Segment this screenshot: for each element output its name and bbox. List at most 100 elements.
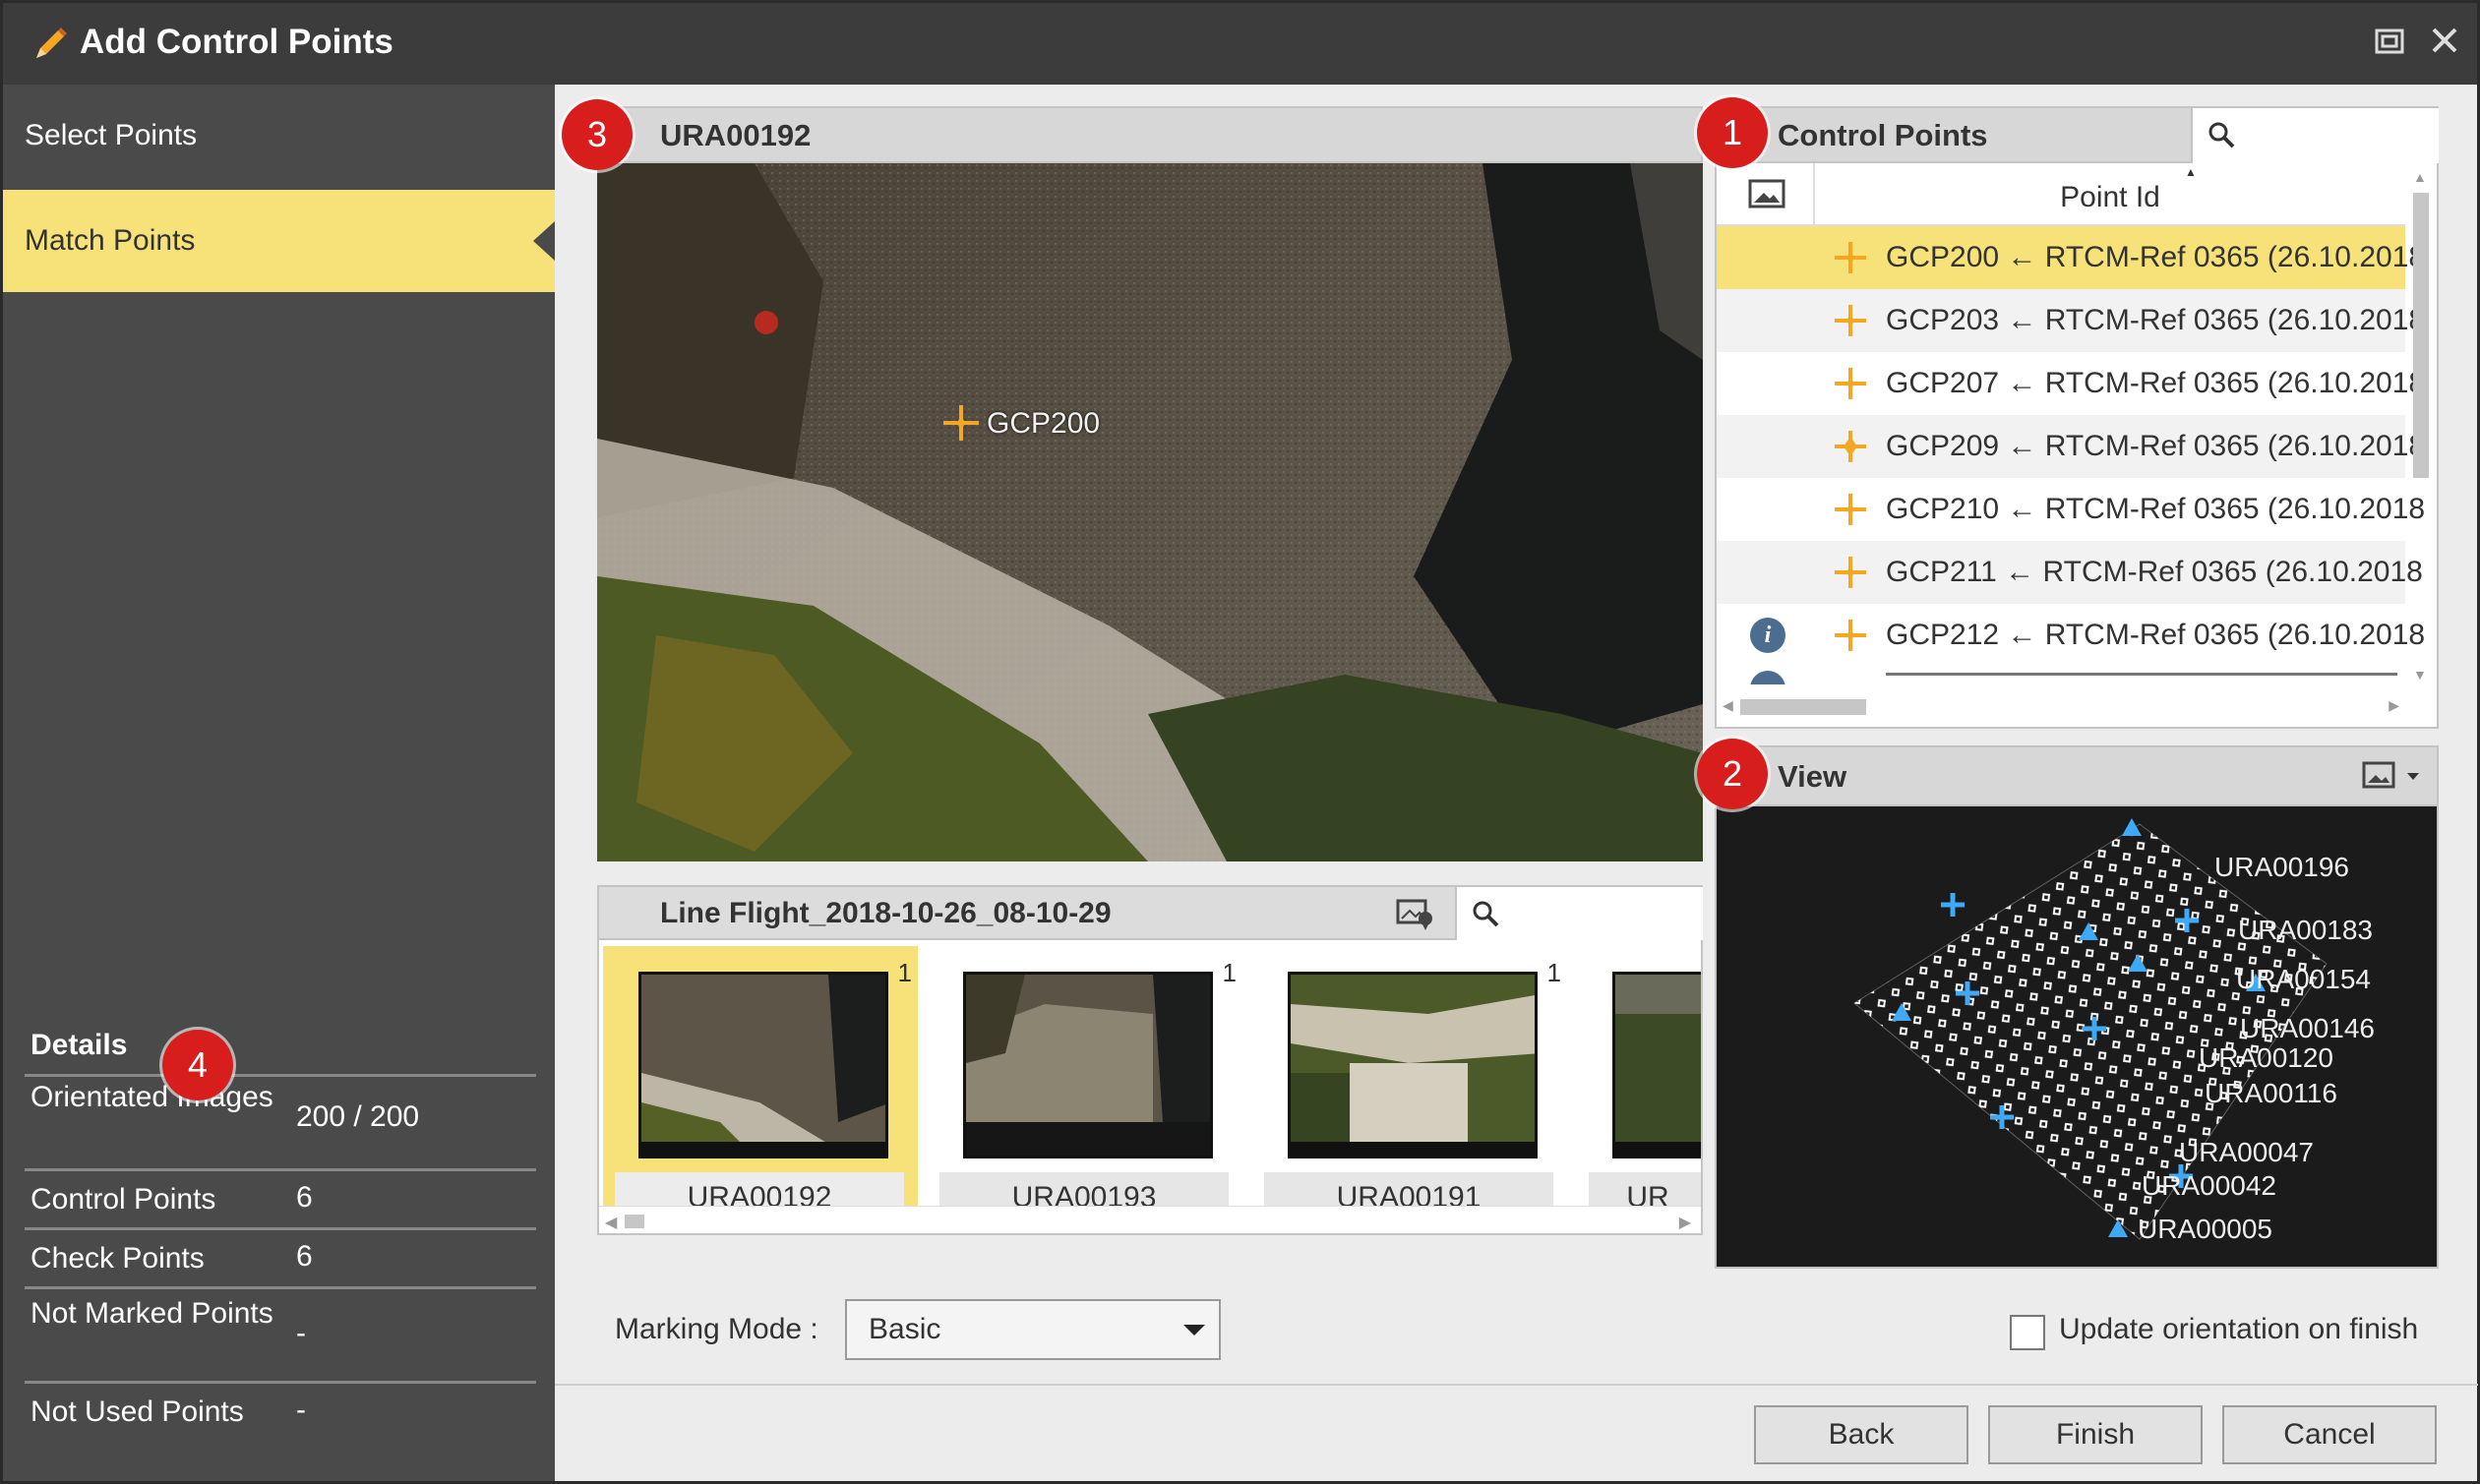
overview-map[interactable]: URA00196 URA00183 URA00154 URA00146 URA0… [1715, 806, 2439, 1269]
details-row: Not Used Points - [25, 1381, 536, 1440]
footer-divider [555, 1384, 2478, 1386]
active-step-notch [533, 221, 555, 261]
view-header: View [1715, 745, 2439, 806]
control-point-label: GCP207 ← RTCM-Ref 0365 (26.10.2018 [1886, 367, 2426, 399]
scroll-thumb[interactable] [1740, 699, 1866, 715]
map-label: URA00042 [2142, 1170, 2276, 1201]
step-label: Match Points [25, 224, 196, 257]
thumbnail-image [1288, 972, 1538, 1158]
details-key: Check Points [30, 1242, 205, 1275]
control-points-header: Control Points [1715, 106, 2439, 163]
map-label: URA00120 [2199, 1042, 2333, 1073]
view-options-dropdown[interactable] [2362, 761, 2431, 796]
image-header: URA00192 [597, 106, 1703, 163]
details-key: Not Marked Points [30, 1297, 273, 1330]
main-aerial-image[interactable]: GCP200 [597, 163, 1703, 861]
details-row: Orientated Images 200 / 200 [25, 1074, 536, 1168]
thumbnail-count: 1 [1546, 958, 1561, 987]
control-points-search-input[interactable] [2191, 108, 2439, 163]
gcp-marker-icon [1835, 368, 1866, 399]
scroll-left-icon[interactable]: ◀ [1723, 697, 1733, 714]
marking-mode-select[interactable]: Basic [845, 1299, 1221, 1360]
chevron-down-icon [1183, 1325, 1205, 1336]
scroll-down-icon[interactable]: ▼ [2413, 667, 2427, 683]
callout-badge-4: 4 [162, 1030, 233, 1100]
gcp-marker-icon [1835, 557, 1866, 588]
close-icon[interactable] [2425, 25, 2464, 64]
image-pin-icon[interactable] [1396, 897, 1435, 932]
thumbnail-ura00192[interactable]: 1 URA00192 [603, 946, 918, 1233]
control-point-label: GCP211 ← RTCM-Ref 0365 (26.10.2018 [1886, 556, 2423, 588]
control-points-vertical-scrollbar[interactable]: ▲ ▼ [2407, 169, 2433, 690]
flight-strip-search-input[interactable] [1455, 887, 1703, 940]
thumbnail-strip: 1 URA00192 1 URA00193 1 URA00191 UR ◀ ▶ [597, 940, 1703, 1235]
thumbnail-ura00191[interactable]: 1 URA00191 [1252, 946, 1567, 1233]
thumbnail-image [1612, 972, 1701, 1158]
update-orientation-label[interactable]: Update orientation on finish [2059, 1313, 2418, 1346]
wizard-sidebar: Select Points Match Points Details Orien… [3, 85, 555, 1481]
gcp-marker-icon [1835, 494, 1866, 525]
scroll-thumb[interactable] [625, 1215, 644, 1228]
details-title: Details [30, 1029, 128, 1061]
control-point-row[interactable]: GCP210 ← RTCM-Ref 0365 (26.10.2018 [1717, 478, 2425, 541]
control-point-label: GCP212 ← RTCM-Ref 0365 (26.10.2018 [1886, 619, 2426, 651]
details-table: Orientated Images 200 / 200 Control Poin… [25, 1074, 536, 1440]
control-point-row[interactable]: i GCP212 ← RTCM-Ref 0365 (26.10.2018 [1717, 604, 2425, 667]
gcp-marker-icon [1835, 305, 1866, 336]
details-key: Control Points [30, 1183, 216, 1216]
restore-window-icon[interactable] [2370, 25, 2409, 64]
view-title: View [1778, 759, 1847, 794]
flight-strip-header: Line Flight_2018-10-26_08-10-29 [597, 885, 1703, 940]
control-point-row[interactable]: GCP200 ← RTCM-Ref 0365 (26.10.2018 [1717, 226, 2425, 289]
map-label: URA00005 [2138, 1214, 2272, 1244]
callout-badge-2: 2 [1697, 739, 1768, 809]
scroll-right-icon[interactable]: ▶ [2389, 697, 2399, 714]
thumbnail-partial[interactable]: UR [1577, 946, 1701, 1233]
details-value: 200 / 200 [296, 1100, 420, 1133]
image-column-header[interactable] [1717, 163, 1815, 226]
info-icon[interactable]: i [1750, 618, 1785, 653]
pencil-icon [36, 28, 67, 58]
scroll-thumb[interactable] [2413, 193, 2429, 478]
point-id-column-header[interactable]: Point Id [1815, 163, 2405, 232]
scroll-up-icon[interactable]: ▲ [2413, 169, 2427, 185]
control-points-horizontal-scrollbar[interactable]: ◀ ▶ [1717, 689, 2405, 723]
callout-badge-1: 1 [1697, 97, 1768, 168]
gcp-marker-icon[interactable] [941, 403, 981, 443]
thumbnail-count: 1 [897, 958, 912, 987]
thumbnail-image [963, 972, 1213, 1158]
step-label: Select Points [25, 119, 198, 151]
control-point-label: GCP210 ← RTCM-Ref 0365 (26.10.2018 [1886, 493, 2426, 525]
step-match-points[interactable]: Match Points [3, 190, 555, 292]
details-row: Control Points 6 [25, 1168, 536, 1227]
gcp-marker-icon [1835, 431, 1866, 462]
step-select-points[interactable]: Select Points [3, 85, 555, 187]
scroll-right-icon[interactable]: ▶ [1679, 1213, 1691, 1232]
control-point-row[interactable]: GCP207 ← RTCM-Ref 0365 (26.10.2018 [1717, 352, 2425, 415]
control-point-row[interactable]: GCP209 ← RTCM-Ref 0365 (26.10.2018 [1717, 415, 2425, 478]
gcp-marker-icon [1835, 620, 1866, 651]
scroll-left-icon[interactable]: ◀ [605, 1213, 617, 1232]
details-value: - [296, 1394, 306, 1426]
control-point-row[interactable]: GCP203 ← RTCM-Ref 0365 (26.10.2018 [1717, 289, 2425, 352]
back-button[interactable]: Back [1754, 1405, 1968, 1464]
finish-button[interactable]: Finish [1988, 1405, 2203, 1464]
control-point-row[interactable]: GCP211 ← RTCM-Ref 0365 (26.10.2018 [1717, 541, 2423, 604]
thumbnail-horizontal-scrollbar[interactable]: ◀ ▶ [599, 1206, 1701, 1233]
details-value: 6 [296, 1181, 313, 1214]
map-label: URA00116 [2205, 1078, 2337, 1108]
control-point-row-partial [1717, 667, 2405, 684]
image-icon [2362, 761, 2419, 789]
map-label: URA00183 [2238, 915, 2373, 945]
control-point-label: GCP200 ← RTCM-Ref 0365 (26.10.2018 [1886, 241, 2426, 273]
control-points-title: Control Points [1778, 118, 1988, 152]
map-label: URA00196 [2214, 852, 2349, 882]
details-value: - [296, 1317, 306, 1349]
map-label: URA00154 [2236, 964, 2371, 994]
image-icon [1748, 179, 1785, 208]
cancel-button[interactable]: Cancel [2222, 1405, 2437, 1464]
map-label: URA00047 [2179, 1137, 2314, 1167]
add-control-points-window: Add Control Points Select Points Match P… [0, 0, 2480, 1484]
thumbnail-ura00193[interactable]: 1 URA00193 [928, 946, 1242, 1233]
update-orientation-checkbox[interactable] [2010, 1315, 2045, 1350]
